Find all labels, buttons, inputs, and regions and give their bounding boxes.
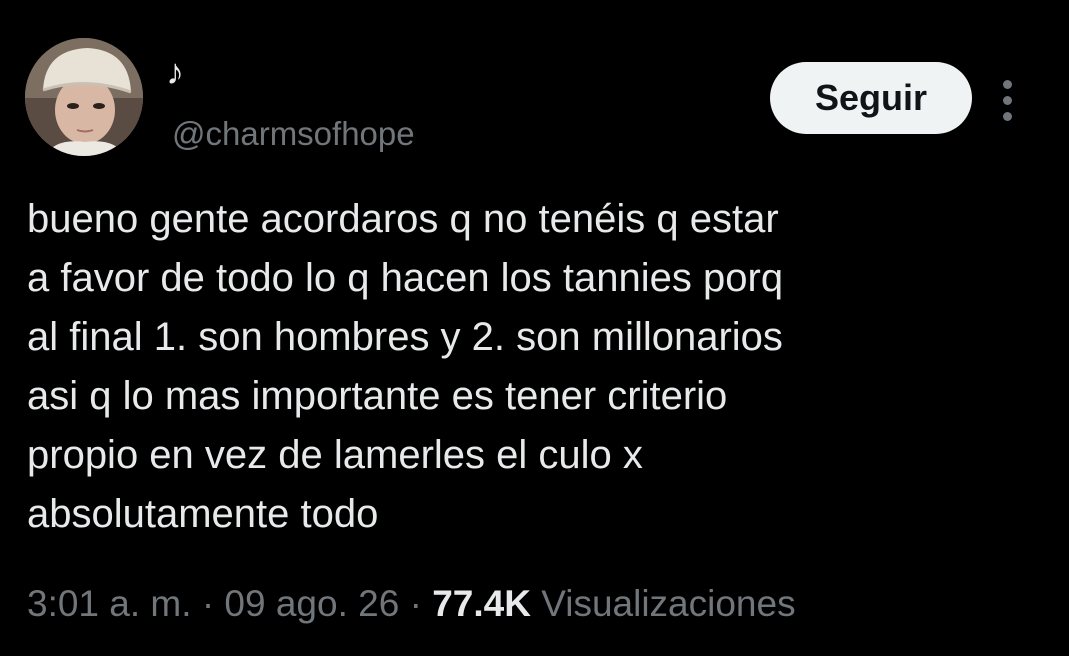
tweet-meta: 3:01 a. m. · 09 ago. 26 · 77.4K Visualiz… (27, 580, 796, 628)
tweet-date[interactable]: 09 ago. 26 (224, 583, 399, 624)
more-dot (1003, 96, 1012, 105)
meta-separator: · (201, 583, 215, 624)
more-dot (1003, 112, 1012, 121)
tweet-card: ♪ @charmsofhope Seguir bueno gente acord… (0, 0, 1069, 656)
more-dot (1003, 80, 1012, 89)
meta-separator: · (409, 583, 422, 624)
profile-photo-icon (25, 38, 143, 156)
tweet-time[interactable]: 3:01 a. m. (27, 583, 192, 624)
more-options-icon[interactable] (992, 72, 1024, 128)
tweet-text: bueno gente acordaros q no tenéis q esta… (27, 197, 784, 536)
user-handle[interactable]: @charmsofhope (172, 114, 415, 154)
follow-button[interactable]: Seguir (770, 62, 972, 134)
views-count[interactable]: 77.4K (432, 583, 531, 624)
display-name[interactable]: ♪ (166, 52, 184, 92)
views-label[interactable]: Visualizaciones (541, 583, 795, 624)
avatar[interactable] (25, 38, 143, 156)
